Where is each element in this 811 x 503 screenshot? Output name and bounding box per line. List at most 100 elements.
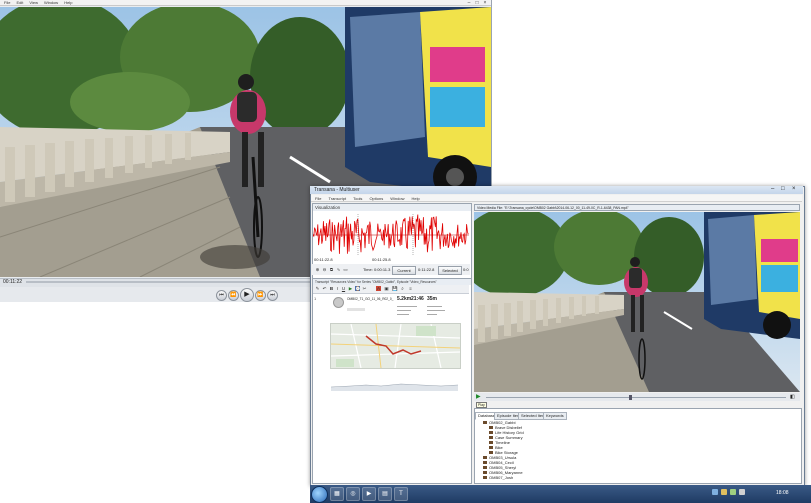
document-icon	[489, 446, 493, 450]
tab-keywords[interactable]: Keywords	[543, 412, 567, 420]
menu-help[interactable]: Help	[411, 196, 419, 201]
cyclist-video-image-small	[474, 212, 800, 392]
fast-forward-icon[interactable]: ⏩	[255, 290, 266, 301]
zoom-out-icon[interactable]: ⊖	[322, 267, 327, 272]
network-icon[interactable]	[712, 489, 718, 495]
minimize-button[interactable]: –	[771, 186, 774, 192]
transcript-line-number: 1	[314, 296, 317, 301]
folder-icon	[483, 476, 487, 480]
document-icon	[489, 426, 493, 430]
timecode-icon[interactable]: ⌚	[355, 286, 361, 291]
folder-icon	[483, 456, 487, 460]
video-seek-handle[interactable]	[629, 395, 632, 400]
document-icon	[489, 441, 493, 445]
activity-details	[397, 306, 457, 318]
maximize-button[interactable]: □	[781, 186, 785, 192]
menu-transcript[interactable]: Transcript	[328, 196, 346, 201]
menu-options[interactable]: Options	[369, 196, 383, 201]
waveform[interactable]	[312, 214, 469, 256]
select-icon[interactable]: ▭	[343, 267, 348, 272]
image-icon[interactable]: ▣	[384, 286, 389, 291]
zoom-in-icon[interactable]: ⊕	[315, 267, 320, 272]
media-icon[interactable]: ▶	[362, 487, 376, 501]
play-icon[interactable]: ▶	[240, 288, 254, 302]
player-menu-file[interactable]: File	[4, 0, 10, 5]
stat-distance: 5.2km	[397, 296, 412, 302]
transana-icon[interactable]: T	[394, 487, 408, 501]
transana-title: Transana - Multiuser	[314, 187, 360, 193]
elevation-chart	[330, 383, 459, 391]
browser-icon[interactable]: ◎	[346, 487, 360, 501]
visualization-header: Visualization	[313, 204, 471, 211]
close-button[interactable]: ×	[482, 0, 488, 6]
end-time-value: 0:0	[463, 267, 469, 272]
transana-menubar: File Transcript Tools Options Window Hel…	[311, 195, 802, 202]
stat-elevation: 35m	[427, 296, 438, 302]
skip-back-icon[interactable]: ⏮	[216, 290, 227, 301]
undo-icon[interactable]: ↶	[322, 286, 327, 291]
selected-time-value: 0:11:22.8	[418, 267, 435, 272]
tree-item[interactable]: OMB07_Josh	[483, 475, 513, 480]
clock[interactable]: 18:08	[776, 490, 789, 496]
avatar	[333, 297, 344, 308]
document-icon	[489, 436, 493, 440]
system-tray	[712, 489, 772, 498]
transana-titlebar: Transana - Multiuser – □ ×	[310, 186, 803, 194]
folder-icon	[483, 471, 487, 475]
close-button[interactable]: ×	[792, 186, 796, 192]
viz-time-mid: 00:11:25.8	[372, 257, 391, 262]
activity-tag	[347, 308, 365, 311]
player-menubar: File Edit View Window Help	[0, 0, 491, 6]
folder-icon	[483, 461, 487, 465]
start-button[interactable]	[311, 486, 328, 503]
edit-icon[interactable]: ✎	[315, 286, 320, 291]
menu-tools[interactable]: Tools	[353, 196, 362, 201]
video-seek-slider[interactable]	[486, 397, 786, 398]
player-menu-edit[interactable]: Edit	[16, 0, 23, 5]
font-color-icon[interactable]: A	[376, 286, 381, 291]
search-icon[interactable]: ⌕	[400, 286, 405, 291]
volume-icon[interactable]	[739, 489, 745, 495]
italic-icon[interactable]: I	[335, 286, 340, 291]
maximize-button[interactable]: □	[474, 0, 480, 6]
document-icon	[489, 451, 493, 455]
viz-time-start: 00:11:22.8	[314, 257, 333, 262]
clip-icon[interactable]: ✂	[362, 286, 367, 291]
video-frame-right[interactable]	[474, 212, 800, 392]
player-time-readout: 00:11:22	[3, 279, 23, 285]
filter-icon[interactable]: ⧉	[329, 267, 334, 272]
activity-file-label: OMB02_T1_GO_11_06_R02_0_	[347, 297, 394, 301]
player-menu-window[interactable]: Window	[44, 0, 58, 5]
route-map-image	[331, 324, 460, 368]
viz-time-value: Time: 0:00:11.3	[363, 267, 391, 272]
folder-icon[interactable]: ▤	[378, 487, 392, 501]
properties-icon[interactable]: ≡	[408, 286, 413, 291]
underline-icon[interactable]: U	[341, 286, 346, 291]
battery-icon[interactable]	[730, 489, 736, 495]
current-button[interactable]: Current	[392, 266, 416, 275]
notification-icon[interactable]	[721, 489, 727, 495]
folder-icon	[483, 421, 487, 425]
document-icon	[489, 431, 493, 435]
menu-file[interactable]: File	[315, 196, 321, 201]
waveform-graphic	[312, 214, 469, 256]
video-pane-header: Video Media File: "E:\Transana_cycle\OMB…	[474, 204, 800, 211]
play-icon[interactable]: ▶	[476, 394, 482, 400]
minimize-button[interactable]: –	[466, 0, 472, 6]
elevation-profile	[330, 373, 459, 391]
waveform-icon[interactable]: ∿	[336, 267, 341, 272]
stat-duration: 21:46	[411, 296, 424, 302]
player-menu-view[interactable]: View	[29, 0, 38, 5]
skip-forward-icon[interactable]: ⏭	[267, 290, 278, 301]
selected-button[interactable]: Selected	[438, 266, 462, 275]
explorer-icon[interactable]: ▦	[330, 487, 344, 501]
player-menu-help[interactable]: Help	[64, 0, 72, 5]
menu-window[interactable]: Window	[390, 196, 404, 201]
route-map[interactable]	[330, 323, 461, 369]
play-segment-icon[interactable]: ▶	[348, 286, 353, 291]
save-icon[interactable]: 💾	[392, 286, 398, 291]
rewind-icon[interactable]: ⏪	[228, 290, 239, 301]
speaker-icon[interactable]: ◧	[790, 394, 798, 400]
video-file-path: Video Media File: "E:\Transana_cycle\OMB…	[477, 206, 629, 210]
bold-icon[interactable]: B	[329, 286, 334, 291]
